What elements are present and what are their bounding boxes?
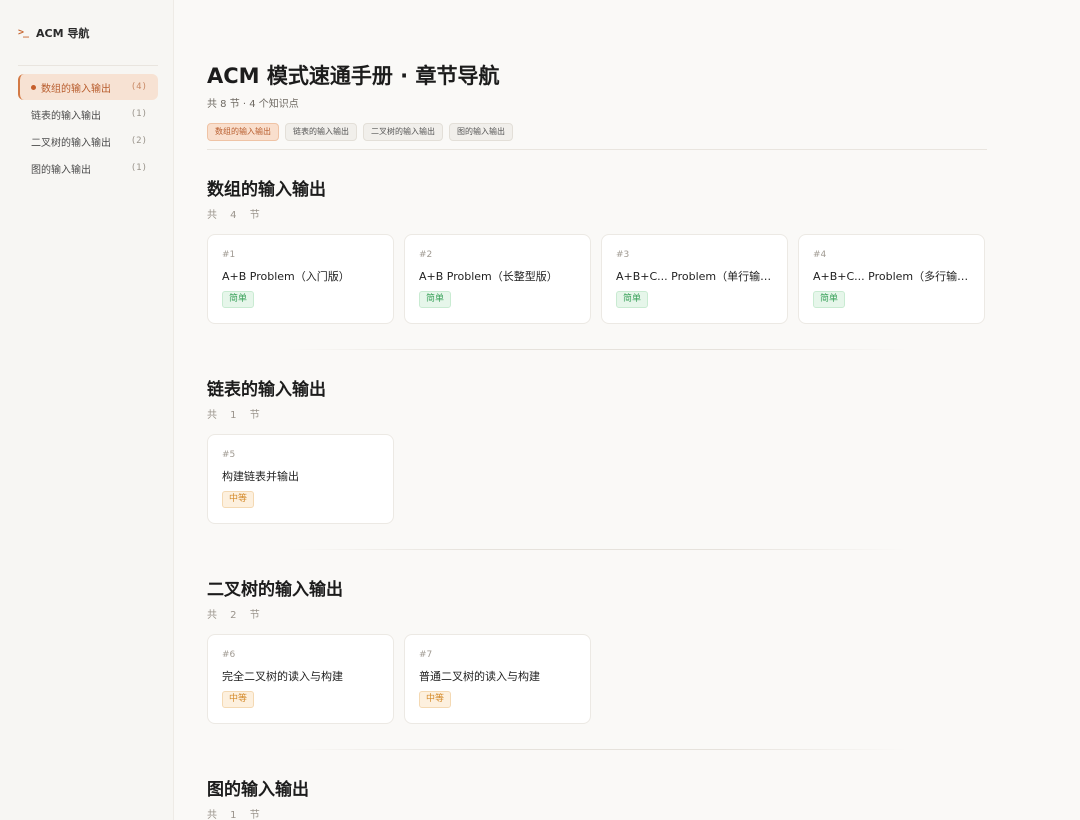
lesson-card[interactable]: #6 完全二叉树的读入与构建 中等 [207, 634, 394, 724]
card-number: #2 [419, 250, 433, 260]
card-number: #6 [222, 650, 236, 660]
sidebar-item-linked-list[interactable]: 链表的输入输出 (1) [18, 101, 158, 127]
lesson-card[interactable]: #5 构建链表并输出 中等 [207, 434, 394, 524]
section-chips: 数组的输入输出 链表的输入输出 二叉树的输入输出 图的输入输出 [207, 123, 513, 141]
card-title: A+B Problem（入门版） [222, 270, 350, 283]
card-number: #3 [616, 250, 630, 260]
difficulty-badge: 简单 [813, 291, 846, 308]
section-divider [287, 749, 907, 750]
lesson-card[interactable]: #7 普通二叉树的读入与构建 中等 [404, 634, 591, 724]
section-divider [287, 549, 907, 550]
lesson-card[interactable]: #4 A+B+C... Problem（多行输入） 简单 [798, 234, 985, 324]
difficulty-badge: 中等 [419, 691, 452, 708]
chip-binary-tree[interactable]: 二叉树的输入输出 [363, 123, 443, 141]
section-title: 链表的输入输出 [207, 380, 326, 400]
card-list: #1 A+B Problem（入门版） 简单 #2 A+B Problem（长整… [207, 234, 987, 324]
sidebar-item-binary-tree[interactable]: 二叉树的输入输出 (2) [18, 128, 158, 154]
card-title: A+B+C... Problem（单行输入） [616, 270, 773, 283]
sidebar-item-array[interactable]: 数组的输入输出 (4) [18, 74, 158, 100]
section-linked-list: 链表的输入输出 共 1 节 #5 构建链表并输出 中等 [207, 375, 987, 524]
section-count: 共 2 节 [207, 610, 265, 621]
section-count: 共 4 节 [207, 210, 265, 221]
section-title: 二叉树的输入输出 [207, 580, 343, 600]
section-title: 数组的输入输出 [207, 180, 326, 200]
sidebar-item-label: 二叉树的输入输出 [31, 137, 111, 149]
lesson-card[interactable]: #2 A+B Problem（长整型版） 简单 [404, 234, 591, 324]
lesson-card[interactable]: #3 A+B+C... Problem（单行输入） 简单 [601, 234, 788, 324]
card-number: #7 [419, 650, 433, 660]
card-number: #4 [813, 250, 827, 260]
sidebar-nav: 数组的输入输出 (4) 链表的输入输出 (1) 二叉树的输入输出 (2) 图的输… [18, 74, 158, 181]
sidebar-item-count: (1) [130, 109, 147, 119]
section-graph: 图的输入输出 共 1 节 [207, 775, 987, 820]
chip-linked-list[interactable]: 链表的输入输出 [285, 123, 357, 141]
section-title: 图的输入输出 [207, 780, 309, 800]
terminal-icon: >_ [18, 27, 29, 38]
sidebar-item-count: (4) [130, 82, 147, 92]
sidebar-item-count: (1) [130, 163, 147, 173]
page-title: ACM 模式速通手册 · 章节导航 [207, 64, 500, 88]
section-array: 数组的输入输出 共 4 节 #1 A+B Problem（入门版） 简单 #2 … [207, 175, 987, 324]
brand-label: ACM 导航 [36, 26, 90, 40]
sidebar-brand[interactable]: >_ ACM 导航 [18, 0, 158, 66]
section-count: 共 1 节 [207, 810, 265, 820]
difficulty-badge: 简单 [616, 291, 649, 308]
sidebar-item-count: (2) [130, 136, 147, 146]
difficulty-badge: 中等 [222, 491, 255, 508]
card-number: #1 [222, 250, 236, 260]
chip-graph[interactable]: 图的输入输出 [449, 123, 513, 141]
card-title: A+B+C... Problem（多行输入） [813, 270, 970, 283]
card-title: 完全二叉树的读入与构建 [222, 670, 343, 683]
card-title: A+B Problem（长整型版） [419, 270, 558, 283]
sidebar-item-label: 数组的输入输出 [41, 83, 111, 95]
page-subtitle: 共 8 节 · 4 个知识点 [207, 99, 299, 110]
sidebar-item-label: 图的输入输出 [31, 164, 91, 176]
difficulty-badge: 中等 [222, 691, 255, 708]
chip-array[interactable]: 数组的输入输出 [207, 123, 279, 141]
lesson-card[interactable]: #1 A+B Problem（入门版） 简单 [207, 234, 394, 324]
section-binary-tree: 二叉树的输入输出 共 2 节 #6 完全二叉树的读入与构建 中等 #7 普通二叉… [207, 575, 987, 724]
sidebar-item-graph[interactable]: 图的输入输出 (1) [18, 155, 158, 181]
section-divider [287, 349, 907, 350]
sidebar: >_ ACM 导航 数组的输入输出 (4) 链表的输入输出 (1) 二叉树的输入… [0, 0, 174, 820]
card-title: 普通二叉树的读入与构建 [419, 670, 540, 683]
card-title: 构建链表并输出 [222, 470, 299, 483]
card-list: #6 完全二叉树的读入与构建 中等 #7 普通二叉树的读入与构建 中等 [207, 634, 987, 724]
card-list: #5 构建链表并输出 中等 [207, 434, 987, 524]
header-divider [207, 149, 987, 150]
section-count: 共 1 节 [207, 410, 265, 421]
difficulty-badge: 简单 [419, 291, 452, 308]
difficulty-badge: 简单 [222, 291, 255, 308]
sidebar-item-label: 链表的输入输出 [31, 110, 101, 122]
card-number: #5 [222, 450, 236, 460]
active-dot-icon [31, 84, 36, 90]
